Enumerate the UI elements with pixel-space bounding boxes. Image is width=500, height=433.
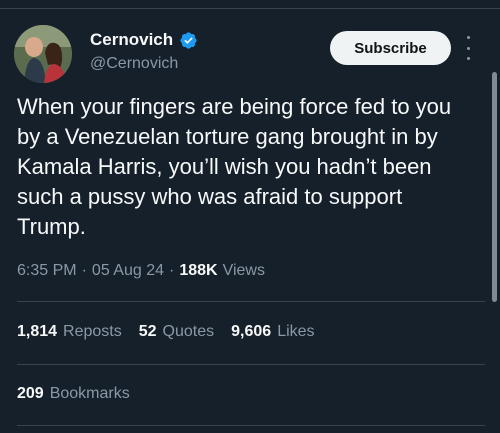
divider: [17, 364, 485, 365]
engagement-stats: 1,814 Reposts 52 Quotes 9,606 Likes: [17, 323, 315, 341]
avatar[interactable]: [14, 25, 72, 83]
bookmarks-label: Bookmarks: [49, 385, 130, 402]
views-label: Views: [222, 262, 265, 279]
quotes-label: Quotes: [162, 323, 215, 340]
tweet-meta: 6:35 PM · 05 Aug 24 · 188K Views: [17, 262, 265, 280]
views-count: 188K: [179, 262, 218, 279]
quotes-count: 52: [138, 323, 157, 340]
tweet-text: When your fingers are being force fed to…: [17, 94, 452, 239]
bookmarks-stat[interactable]: 209 Bookmarks: [17, 385, 130, 403]
divider: [17, 301, 485, 302]
verified-badge-icon: [179, 31, 198, 50]
meta-separator: ·: [169, 262, 175, 279]
reposts-stat[interactable]: 1,814 Reposts: [17, 323, 122, 341]
author-name[interactable]: Cernovich: [90, 30, 173, 50]
author-handle[interactable]: @Cernovich: [90, 55, 178, 73]
author-name-row[interactable]: Cernovich: [90, 30, 198, 50]
likes-count: 9,606: [231, 323, 272, 340]
bookmarks-count: 209: [17, 385, 44, 402]
scrollbar[interactable]: [492, 72, 497, 302]
more-dot: [466, 46, 470, 50]
reposts-count: 1,814: [17, 323, 58, 340]
likes-stat[interactable]: 9,606 Likes: [231, 323, 314, 341]
likes-label: Likes: [277, 323, 315, 340]
reposts-label: Reposts: [63, 323, 122, 340]
more-vertical-icon[interactable]: [463, 36, 473, 60]
subscribe-button[interactable]: Subscribe: [330, 31, 451, 65]
more-dot: [466, 36, 470, 39]
tweet-date[interactable]: 05 Aug 24: [92, 262, 164, 280]
more-dot: [466, 57, 470, 60]
divider: [17, 425, 485, 426]
tweet-time[interactable]: 6:35 PM: [17, 262, 77, 280]
quotes-stat[interactable]: 52 Quotes: [139, 323, 214, 341]
avatar-image: [14, 25, 72, 83]
meta-separator: ·: [81, 262, 87, 279]
top-divider: [0, 8, 500, 9]
